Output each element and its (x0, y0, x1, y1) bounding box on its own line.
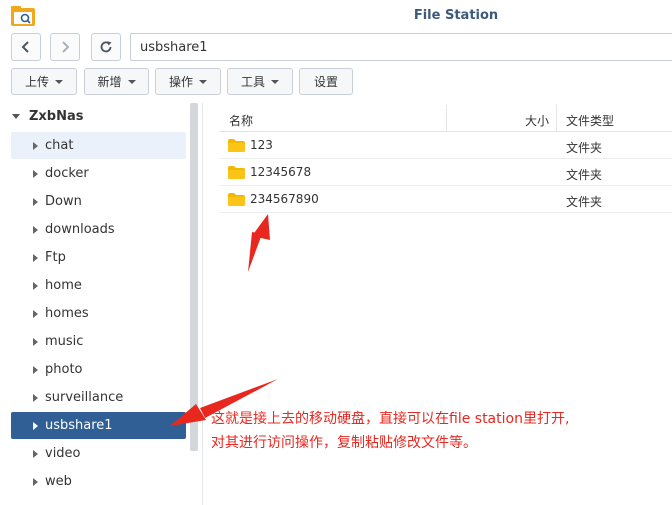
collapse-icon[interactable] (12, 114, 20, 119)
expand-icon[interactable] (33, 169, 38, 178)
sidebar-scrollbar[interactable] (190, 103, 198, 451)
file-list-header: 名称 大小 文件类型 (219, 105, 672, 132)
tree-item-label: downloads (45, 222, 115, 237)
column-type[interactable]: 文件类型 (566, 112, 614, 129)
tree-item-downloads[interactable]: downloads (11, 216, 186, 243)
column-name[interactable]: 名称 (229, 112, 253, 129)
expand-icon[interactable] (33, 141, 38, 150)
tree-item-homes[interactable]: homes (11, 300, 186, 327)
folder-icon (228, 139, 245, 152)
action-label: 操作 (168, 75, 193, 89)
folder-icon (228, 166, 245, 179)
expand-icon[interactable] (33, 253, 38, 262)
tree-item-label: video (45, 446, 81, 461)
folder-tree: ZxbNas chat docker Down downloads Ftp ho… (0, 103, 203, 505)
tools-button[interactable]: 工具 (227, 68, 293, 95)
tree-root[interactable]: ZxbNas (12, 109, 84, 124)
navigation-bar: usbshare1 (0, 32, 672, 64)
file-row[interactable]: 12345678 文件夹 (219, 159, 672, 186)
tree-item-label: surveillance (45, 390, 124, 405)
expand-icon[interactable] (33, 225, 38, 234)
toolbar: 上传 新增 操作 工具 设置 (0, 68, 672, 98)
tree-item-label: usbshare1 (45, 418, 113, 433)
tree-item-label: photo (45, 362, 83, 377)
tree-item-web[interactable]: web (11, 468, 186, 495)
title-bar: File Station (0, 0, 672, 32)
create-label: 新增 (97, 75, 122, 89)
tree-item-label: homes (45, 306, 89, 321)
chevron-down-icon (271, 79, 279, 84)
column-divider[interactable] (446, 105, 447, 132)
file-name: 12345678 (250, 165, 312, 179)
column-divider[interactable] (556, 105, 557, 132)
refresh-button[interactable] (91, 33, 121, 61)
annotation-line-2: 对其进行访问操作，复制粘贴修改文件等。 (211, 435, 477, 451)
expand-icon[interactable] (33, 393, 38, 402)
tree-item-chat[interactable]: chat (11, 132, 186, 159)
settings-button[interactable]: 设置 (299, 68, 353, 95)
upload-button[interactable]: 上传 (11, 68, 77, 95)
refresh-icon (100, 41, 112, 53)
action-button[interactable]: 操作 (155, 68, 221, 95)
tree-item-video[interactable]: video (11, 440, 186, 467)
column-size[interactable]: 大小 (525, 112, 549, 129)
tree-item-label: web (45, 474, 72, 489)
path-input[interactable]: usbshare1 (130, 33, 672, 61)
tree-item-ftp[interactable]: Ftp (11, 244, 186, 271)
tree-item-down[interactable]: Down (11, 188, 186, 215)
back-icon (21, 41, 29, 53)
chevron-down-icon (199, 79, 207, 84)
back-button[interactable] (11, 33, 41, 61)
expand-icon[interactable] (33, 449, 38, 458)
expand-icon[interactable] (33, 477, 38, 486)
upload-label: 上传 (24, 75, 49, 89)
folder-icon (228, 193, 245, 206)
annotation-line-1: 这就是接上去的移动硬盘，直接可以在file station里打开, (211, 411, 570, 427)
tree-item-label: Ftp (45, 250, 66, 265)
forward-button[interactable] (50, 33, 80, 61)
file-type: 文件夹 (566, 195, 603, 209)
tools-label: 工具 (240, 75, 265, 89)
tree-item-usbshare1[interactable]: usbshare1 (11, 412, 186, 439)
create-button[interactable]: 新增 (84, 68, 149, 95)
chevron-down-icon (127, 79, 136, 84)
forward-icon (62, 41, 70, 53)
tree-item-label: chat (45, 138, 74, 153)
settings-label: 设置 (313, 75, 338, 89)
tree-item-surveillance[interactable]: surveillance (11, 384, 186, 411)
file-row[interactable]: 123 文件夹 (219, 132, 672, 159)
expand-icon[interactable] (33, 197, 38, 206)
tree-item-home[interactable]: home (11, 272, 186, 299)
tree-item-photo[interactable]: photo (11, 356, 186, 383)
tree-item-label: docker (45, 166, 89, 181)
expand-icon[interactable] (33, 421, 38, 430)
tree-item-docker[interactable]: docker (11, 160, 186, 187)
expand-icon[interactable] (33, 365, 38, 374)
tree-root-label: ZxbNas (29, 109, 84, 124)
tree-item-label: music (45, 334, 84, 349)
file-row[interactable]: 234567890 文件夹 (219, 186, 672, 213)
expand-icon[interactable] (33, 281, 38, 290)
file-name: 234567890 (250, 192, 319, 206)
file-name: 123 (250, 138, 273, 152)
expand-icon[interactable] (33, 309, 38, 318)
window-title: File Station (413, 8, 499, 23)
expand-icon[interactable] (33, 337, 38, 346)
tree-item-music[interactable]: music (11, 328, 186, 355)
chevron-down-icon (55, 79, 63, 84)
tree-item-label: Down (45, 194, 82, 209)
tree-item-label: home (45, 278, 82, 293)
file-type: 文件夹 (566, 141, 603, 155)
annotation-text: 这就是接上去的移动硬盘，直接可以在file station里打开, 对其进行访问… (211, 407, 671, 455)
file-type: 文件夹 (566, 168, 603, 182)
